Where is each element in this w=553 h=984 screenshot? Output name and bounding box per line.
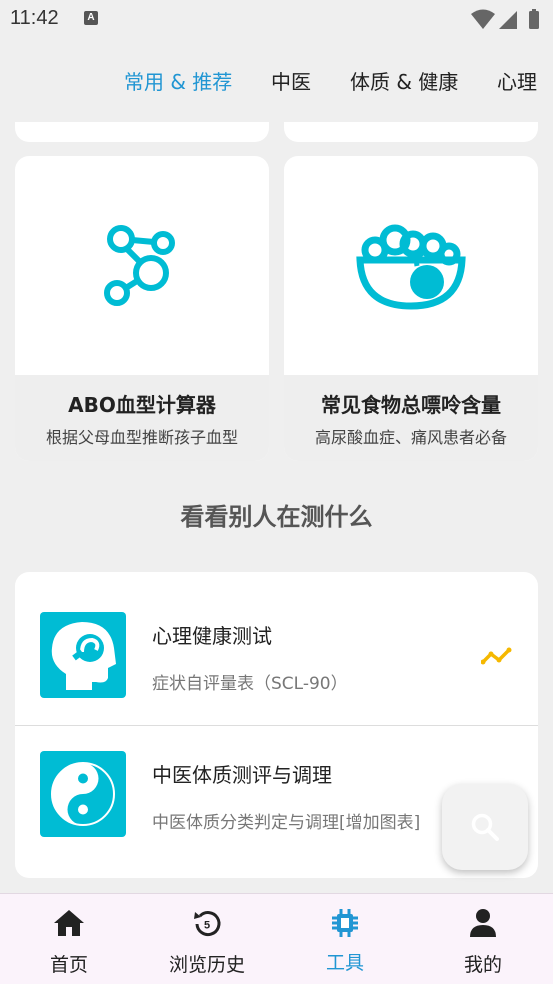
search-button[interactable] xyxy=(442,784,528,870)
home-icon xyxy=(53,908,85,942)
bottom-nav: 首页 5 浏览历史 工具 我的 xyxy=(0,893,553,984)
nav-label: 浏览历史 xyxy=(168,954,245,976)
tab-psychology[interactable]: 心理 xyxy=(497,66,537,95)
tool-card-abo[interactable]: ABO血型计算器 根据父母血型推断孩子血型 xyxy=(15,156,269,461)
history-icon: 5 xyxy=(191,908,223,944)
tab-common-recommend[interactable]: 常用 & 推荐 xyxy=(124,66,232,95)
tool-card-purine[interactable]: 常见食物总嘌呤含量 高尿酸血症、痛风患者必备 xyxy=(284,156,538,461)
test-name: 心理健康测试 xyxy=(152,624,272,648)
tool-card-subtitle: 高尿酸血症、痛风患者必备 xyxy=(314,428,507,447)
tools-icon xyxy=(330,908,360,942)
category-tabs: 常用 & 推荐 中医 体质 & 健康 心理 xyxy=(0,62,553,98)
wifi-icon xyxy=(471,9,495,29)
molecule-icon xyxy=(15,156,269,375)
nav-history[interactable]: 5 浏览历史 xyxy=(138,894,276,984)
tool-card-subtitle: 根据父母血型推断孩子血型 xyxy=(45,428,238,447)
nav-label: 我的 xyxy=(463,954,502,976)
tool-card-footer: ABO血型计算器 根据父母血型推断孩子血型 xyxy=(15,375,269,461)
trending-icon xyxy=(480,646,513,670)
tool-card-footer: 常见食物总嘌呤含量 高尿酸血症、痛风患者必备 xyxy=(284,375,538,461)
list-item-mental-health[interactable]: 心理健康测试 症状自评量表（SCL-90） xyxy=(15,572,538,724)
section-title: 看看别人在测什么 xyxy=(180,503,373,531)
history-badge: 5 xyxy=(204,920,210,932)
tab-constitution-health[interactable]: 体质 & 健康 xyxy=(350,66,458,95)
card-partial[interactable] xyxy=(284,122,538,142)
nav-home[interactable]: 首页 xyxy=(0,894,138,984)
food-bowl-icon xyxy=(284,156,538,375)
tool-card-title: 常见食物总嘌呤含量 xyxy=(321,393,501,417)
notification-icon: A xyxy=(84,11,98,25)
test-name: 中医体质测评与调理 xyxy=(152,763,332,787)
person-icon xyxy=(469,908,497,942)
nav-profile[interactable]: 我的 xyxy=(414,894,552,984)
signal-icon xyxy=(499,11,517,29)
yin-yang-icon xyxy=(40,751,126,837)
tool-card-title: ABO血型计算器 xyxy=(68,393,216,417)
battery-icon xyxy=(529,9,539,29)
test-desc: 症状自评量表（SCL-90） xyxy=(152,674,348,694)
search-icon xyxy=(471,813,499,841)
status-bar: 11:42 A xyxy=(0,0,553,40)
test-desc: 中医体质分类判定与调理[增加图表] xyxy=(152,813,421,833)
nav-tools[interactable]: 工具 xyxy=(276,894,414,984)
status-icons xyxy=(469,8,545,34)
status-time: 11:42 xyxy=(10,7,59,29)
nav-label: 首页 xyxy=(49,954,88,976)
tab-tcm[interactable]: 中医 xyxy=(271,66,311,95)
nav-label: 工具 xyxy=(325,952,364,974)
head-icon xyxy=(40,612,126,698)
card-partial[interactable] xyxy=(15,122,269,142)
